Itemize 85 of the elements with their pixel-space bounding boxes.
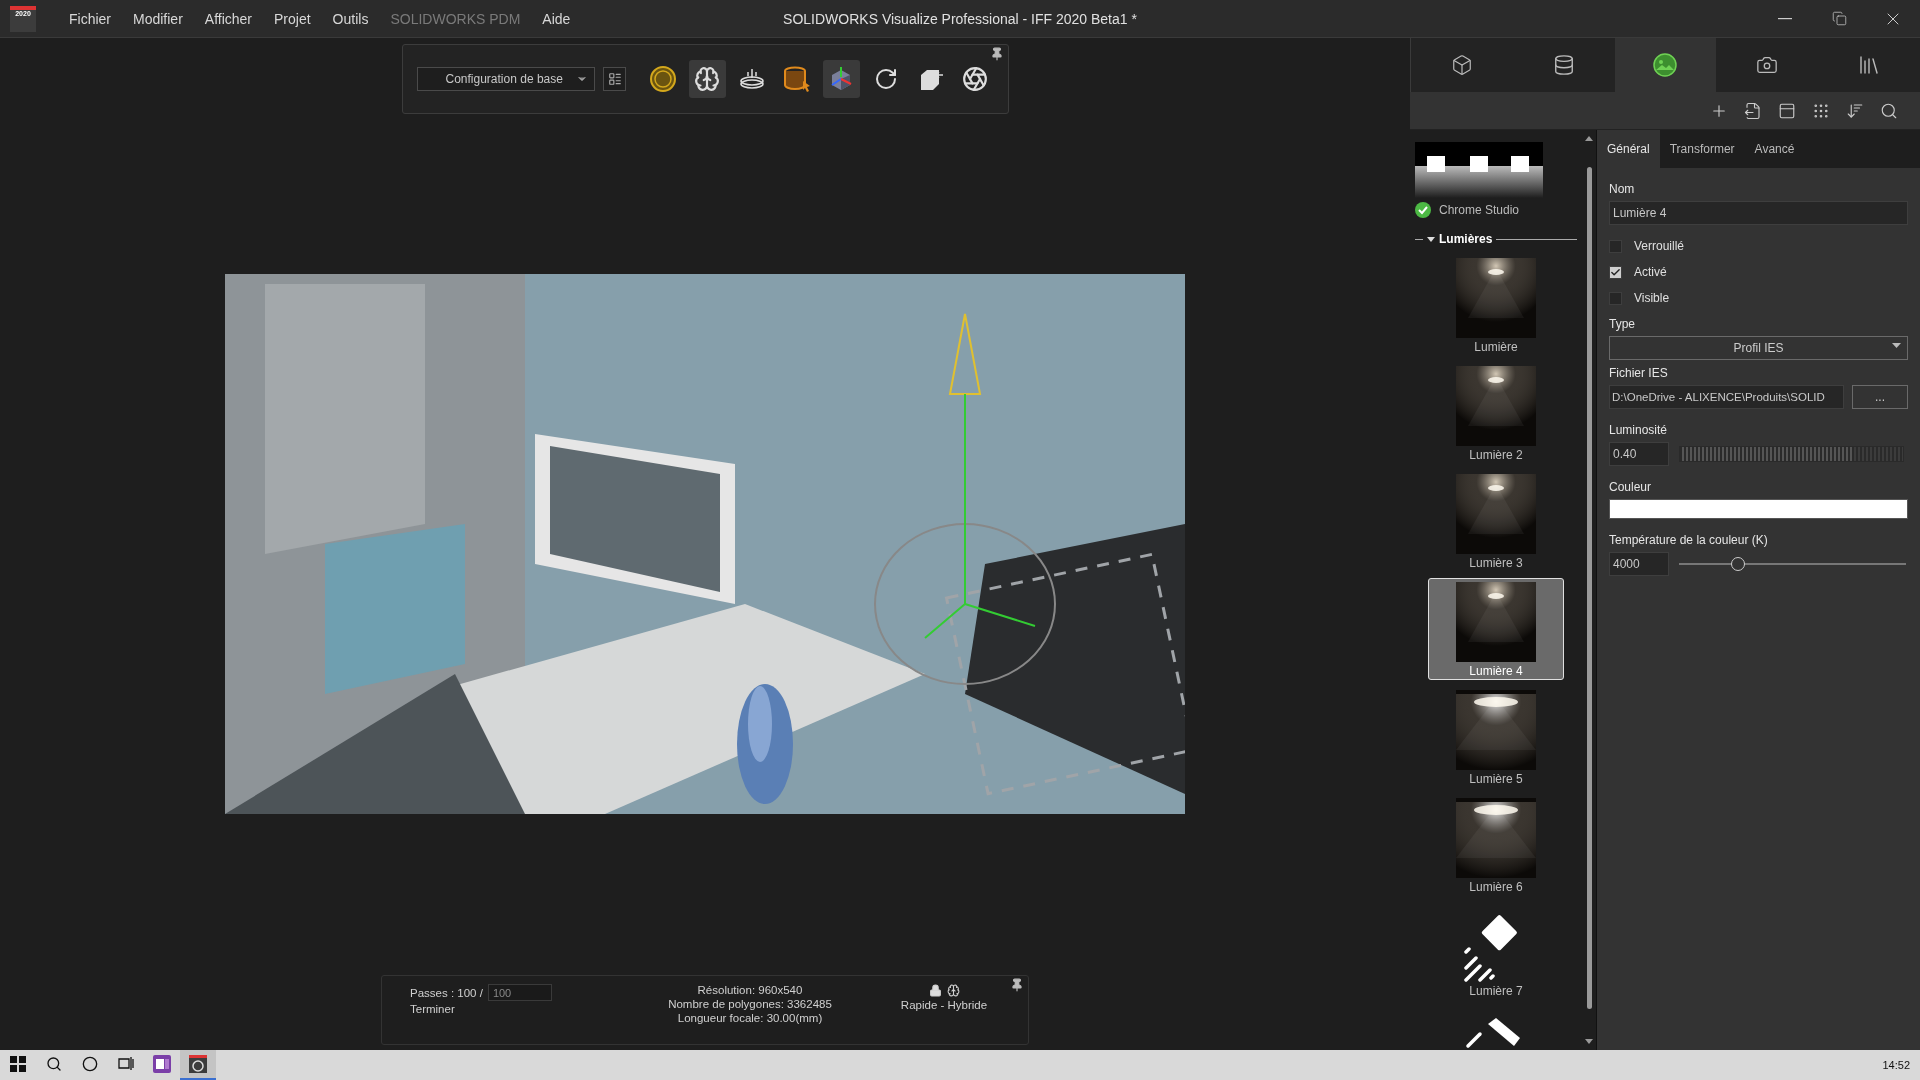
light-item[interactable]: Lumière 5 bbox=[1428, 686, 1564, 788]
tab[interactable]: Transformer bbox=[1659, 130, 1745, 168]
import-icon bbox=[1744, 101, 1762, 120]
cube-icon bbox=[1450, 54, 1473, 76]
bucket-icon bbox=[781, 65, 812, 93]
grid-icon bbox=[1812, 101, 1830, 120]
light-item[interactable]: Lumière 7 bbox=[1428, 902, 1564, 1006]
brain-icon bbox=[694, 66, 721, 92]
menu-item[interactable]: Modifier bbox=[122, 10, 194, 27]
light-item[interactable]: Lumière bbox=[1428, 254, 1564, 356]
notebook-icon bbox=[153, 1055, 171, 1073]
field-label: Nom bbox=[1609, 182, 1636, 196]
section-title: Lumières bbox=[1439, 232, 1493, 246]
field-label: Type bbox=[1609, 317, 1636, 331]
menu-item[interactable]: Afficher bbox=[193, 10, 264, 27]
ies-file-field[interactable]: D:\OneDrive - ALIXENCE\Produits\SOLID bbox=[1609, 385, 1844, 409]
taskbar-button[interactable] bbox=[180, 1050, 216, 1080]
menu-item[interactable]: Fichier bbox=[58, 10, 122, 27]
window-title: SOLIDWORKS Visualize Professional - IFF 2020 Beta1 * bbox=[782, 10, 1138, 27]
light-item[interactable]: Lumière 2 bbox=[1428, 362, 1564, 464]
circle-icon bbox=[82, 1056, 98, 1072]
brightness-field[interactable]: 0.40 bbox=[1609, 442, 1669, 466]
checkbox-label: Activé bbox=[1634, 265, 1667, 279]
cylinder-icon bbox=[1552, 54, 1575, 76]
light-item[interactable]: Lumière 3 bbox=[1428, 470, 1564, 572]
type-dropdown[interactable]: Profil IES bbox=[1609, 336, 1908, 360]
aperture-icon bbox=[962, 66, 989, 92]
scroll-up-icon[interactable] bbox=[1585, 136, 1593, 141]
checkbox[interactable] bbox=[1609, 291, 1622, 305]
minimize-icon bbox=[1778, 17, 1792, 20]
passes-label: Passes : 100 / bbox=[410, 986, 483, 999]
field-label: Fichier IES bbox=[1609, 366, 1669, 380]
task-view-icon bbox=[118, 1056, 134, 1072]
brightness-slider[interactable] bbox=[1679, 446, 1904, 462]
refresh-icon bbox=[873, 67, 898, 91]
app-icon bbox=[189, 1055, 207, 1073]
search-icon bbox=[1880, 101, 1898, 120]
scroll-down-icon[interactable] bbox=[1585, 1039, 1593, 1044]
camera-icon bbox=[1756, 54, 1779, 76]
tab[interactable]: Avancé bbox=[1744, 130, 1805, 168]
scene-icon bbox=[1653, 53, 1678, 77]
light-item[interactable]: Lumière 4 bbox=[1428, 578, 1564, 680]
sun-icon bbox=[648, 65, 677, 93]
color-swatch[interactable] bbox=[1609, 499, 1908, 519]
collapse-caret-icon[interactable] bbox=[1427, 235, 1435, 243]
resolution-text: Résolution: 960x540 bbox=[697, 984, 803, 996]
field-label: Température de la couleur (K) bbox=[1609, 533, 1769, 547]
pin-button[interactable] bbox=[989, 47, 1004, 61]
caret-icon bbox=[1892, 343, 1901, 349]
browse-button[interactable]: ... bbox=[1852, 385, 1908, 409]
tab[interactable]: Général bbox=[1597, 130, 1660, 168]
light-item[interactable]: Lumière 6 bbox=[1428, 794, 1564, 896]
menu-item[interactable]: Projet bbox=[263, 10, 322, 27]
checkbox-label: Verrouillé bbox=[1634, 239, 1685, 253]
field-label: Couleur bbox=[1609, 480, 1653, 494]
sort-icon bbox=[1846, 101, 1864, 120]
slider-thumb[interactable] bbox=[1731, 557, 1745, 571]
polygon-count: Nombre de polygones: 3362485 bbox=[668, 998, 832, 1010]
focal-length: Longueur focale: 30.00(mm) bbox=[677, 1012, 823, 1024]
list-icon bbox=[607, 72, 622, 86]
checkbox[interactable] bbox=[1609, 239, 1622, 253]
lock-icon[interactable] bbox=[928, 984, 942, 997]
clock: 14:52 bbox=[1882, 1059, 1910, 1071]
passes-field[interactable]: 100 bbox=[487, 984, 552, 1001]
pin-button[interactable] bbox=[1010, 978, 1024, 992]
scrollbar-thumb[interactable] bbox=[1586, 167, 1592, 1009]
name-field[interactable]: Lumière 4 bbox=[1609, 201, 1908, 225]
menu-item[interactable]: Aide bbox=[531, 10, 582, 27]
render-state: Terminer bbox=[410, 1003, 455, 1015]
render-mode: Rapide - Hybride bbox=[900, 999, 988, 1011]
field-label: Luminosité bbox=[1609, 423, 1669, 437]
search-icon bbox=[46, 1056, 62, 1072]
checkbox[interactable] bbox=[1609, 265, 1622, 279]
restore-icon bbox=[1831, 11, 1847, 26]
layout-icon bbox=[1778, 101, 1796, 120]
toolbar-button[interactable] bbox=[689, 60, 726, 98]
temperature-field[interactable]: 4000 bbox=[1609, 552, 1669, 576]
brain-icon[interactable] bbox=[946, 984, 960, 997]
panel-tab[interactable] bbox=[1614, 38, 1717, 92]
configuration-dropdown[interactable]: Configuration de base bbox=[416, 67, 596, 91]
windows-icon bbox=[10, 1056, 26, 1072]
list-button[interactable] bbox=[603, 67, 627, 91]
menu-item[interactable]: Outils bbox=[321, 10, 380, 27]
checkbox-label: Visible bbox=[1634, 291, 1670, 305]
environment-name[interactable]: Chrome Studio bbox=[1439, 203, 1520, 217]
